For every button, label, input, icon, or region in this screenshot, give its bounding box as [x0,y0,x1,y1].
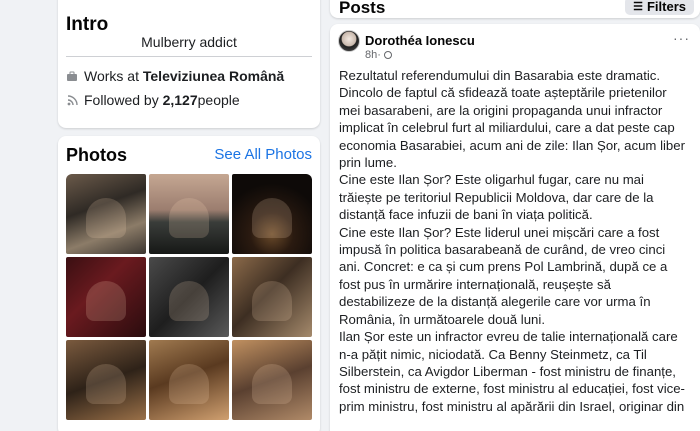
intro-title: Intro [66,14,109,35]
photo-thumbnail[interactable] [232,340,312,420]
intro-divider [66,56,312,57]
sliders-icon: ☰ [633,0,643,13]
post-time[interactable]: 8h [365,49,377,61]
see-all-photos-link[interactable]: See All Photos [214,146,312,163]
posts-header: Posts ☰ Filters [330,0,700,18]
work-prefix: Works at [84,68,139,84]
post-body: Rezultatul referendumului din Basarabia … [339,67,689,415]
rss-icon [66,94,78,106]
photo-thumbnail[interactable] [66,257,146,337]
photos-title: Photos [66,145,127,165]
followed-suffix: people [197,92,240,108]
post-paragraph: Cine este Ilan Șor? Este oligarhul fugar… [339,172,654,223]
intro-followers-row: Followed by 2,127 people [66,92,240,108]
avatar[interactable] [338,30,360,52]
filters-label: Filters [646,0,686,14]
post-paragraph: Rezultatul referendumului din Basarabia … [339,68,685,171]
photo-thumbnail[interactable] [232,257,312,337]
photo-thumbnail[interactable] [149,257,229,337]
post-paragraph: Ilan Șor este un infractor evreu de tali… [339,329,685,414]
filters-button[interactable]: ☰ Filters [625,0,694,15]
followed-count[interactable]: 2,127 [163,92,198,108]
photos-card: Photos See All Photos [58,136,320,431]
briefcase-icon [66,70,78,82]
intro-work-row: Works at Televiziunea Română [66,68,284,84]
intro-bio: Mulberry addict [141,34,237,50]
post-meta: 8h · [365,49,392,61]
work-place-link[interactable]: Televiziunea Română [143,68,284,84]
globe-icon [383,51,392,59]
post-paragraph: Cine este Ilan Șor? Este liderul unei mi… [339,224,668,327]
post-author[interactable]: Dorothéa Ionescu [365,33,475,48]
post-card: Dorothéa Ionescu 8h · ··· Rezultatul ref… [330,24,700,431]
photo-grid [66,174,312,420]
more-dots-icon[interactable]: ··· [673,30,690,46]
intro-card: Intro Mulberry addict Works at Televiziu… [58,0,320,128]
followed-prefix: Followed by [84,92,159,108]
meta-separator: · [377,49,381,61]
posts-title: Posts [339,0,386,17]
photo-thumbnail[interactable] [232,174,312,254]
photo-thumbnail[interactable] [66,340,146,420]
photo-thumbnail[interactable] [149,174,229,254]
photo-thumbnail[interactable] [66,174,146,254]
photo-thumbnail[interactable] [149,340,229,420]
